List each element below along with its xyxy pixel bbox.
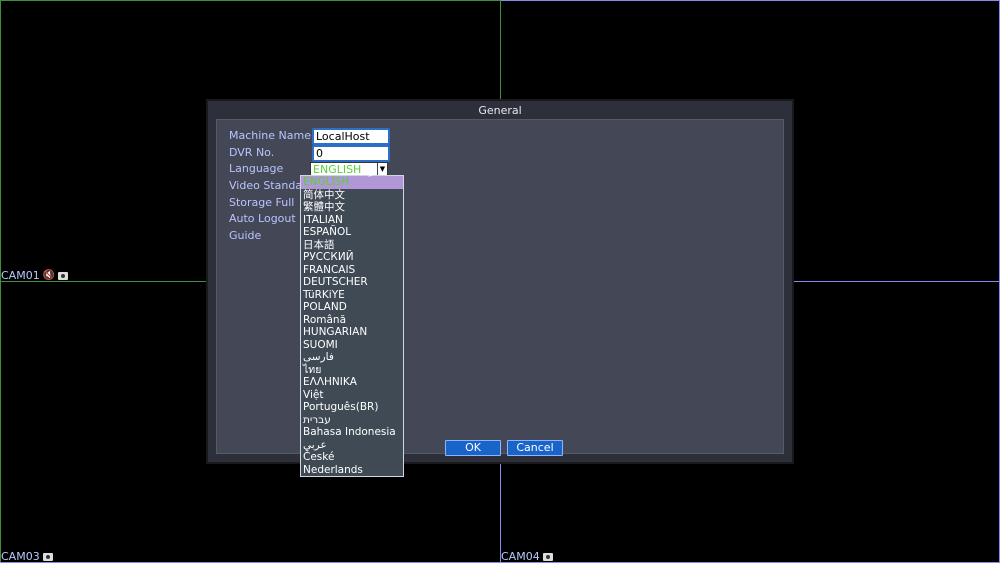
language-option[interactable]: فارسی <box>301 351 403 364</box>
camera-record-icon <box>42 552 53 561</box>
grid-divider-vertical-top <box>500 0 501 100</box>
language-option[interactable]: 简体中文 <box>301 189 403 202</box>
language-option[interactable]: Bahasa Indonesia <box>301 426 403 439</box>
language-option[interactable]: ITALIAN <box>301 214 403 227</box>
cam04-label: CAM04 <box>501 550 553 563</box>
grid-divider-horizontal-right <box>793 281 1000 282</box>
grid-divider-vertical-bottom <box>500 463 501 563</box>
language-option[interactable]: POLAND <box>301 301 403 314</box>
language-option[interactable]: FRANCAIS <box>301 264 403 277</box>
ok-button[interactable]: OK <box>445 440 501 456</box>
language-option[interactable]: SUOMI <box>301 339 403 352</box>
camera-record-icon <box>542 552 553 561</box>
border-top-left <box>0 0 500 1</box>
language-option[interactable]: Nederlands <box>301 464 403 477</box>
language-dropdown-list[interactable]: ENGLISH 简体中文 繁體中文 ITALIAN ESPAÑOL 日本語 РУ… <box>300 175 404 477</box>
dvr-no-label: DVR No. <box>229 146 275 159</box>
auto-logout-label: Auto Logout <box>229 212 296 225</box>
language-option[interactable]: РУССКИЙ <box>301 251 403 264</box>
language-option[interactable]: České <box>301 451 403 464</box>
guide-label: Guide <box>229 229 262 242</box>
language-option[interactable]: ΕΛΛΗΝΙΚΑ <box>301 376 403 389</box>
language-option[interactable]: Việt <box>301 389 403 402</box>
language-option[interactable]: HUNGARIAN <box>301 326 403 339</box>
general-dialog: General Machine Name LocalHost DVR No. 0… <box>206 99 794 464</box>
language-option[interactable]: ENGLISH <box>301 176 403 189</box>
language-option[interactable]: עברית <box>301 414 403 427</box>
language-label: Language <box>229 162 284 175</box>
language-option[interactable]: عربي <box>301 439 403 452</box>
dialog-title: General <box>478 104 522 117</box>
machine-name-label: Machine Name <box>229 129 311 142</box>
language-option[interactable]: TüRKiYE <box>301 289 403 302</box>
camera-record-icon <box>58 271 69 280</box>
speaker-muted-icon: 🔇 <box>42 270 56 281</box>
cam03-name: CAM03 <box>1 550 40 563</box>
language-option[interactable]: Português(BR) <box>301 401 403 414</box>
mouse-pointer-icon: ➤ <box>367 166 378 180</box>
cam03-label: CAM03 <box>1 550 53 563</box>
storage-full-label: Storage Full <box>229 196 295 209</box>
dvr-no-input[interactable]: 0 <box>312 145 390 162</box>
cam01-name: CAM01 <box>1 269 40 282</box>
language-option[interactable]: 日本語 <box>301 239 403 252</box>
cancel-button[interactable]: Cancel <box>507 440 563 456</box>
cam04-name: CAM04 <box>501 550 540 563</box>
machine-name-input[interactable]: LocalHost <box>312 128 390 145</box>
cam01-label: CAM01 🔇 <box>1 269 69 282</box>
language-option[interactable]: Română <box>301 314 403 327</box>
language-option[interactable]: 繁體中文 <box>301 201 403 214</box>
language-option[interactable]: ESPAÑOL <box>301 226 403 239</box>
language-option[interactable]: DEUTSCHER <box>301 276 403 289</box>
language-option[interactable]: ไทย <box>301 364 403 377</box>
border-top-right <box>500 0 1000 1</box>
